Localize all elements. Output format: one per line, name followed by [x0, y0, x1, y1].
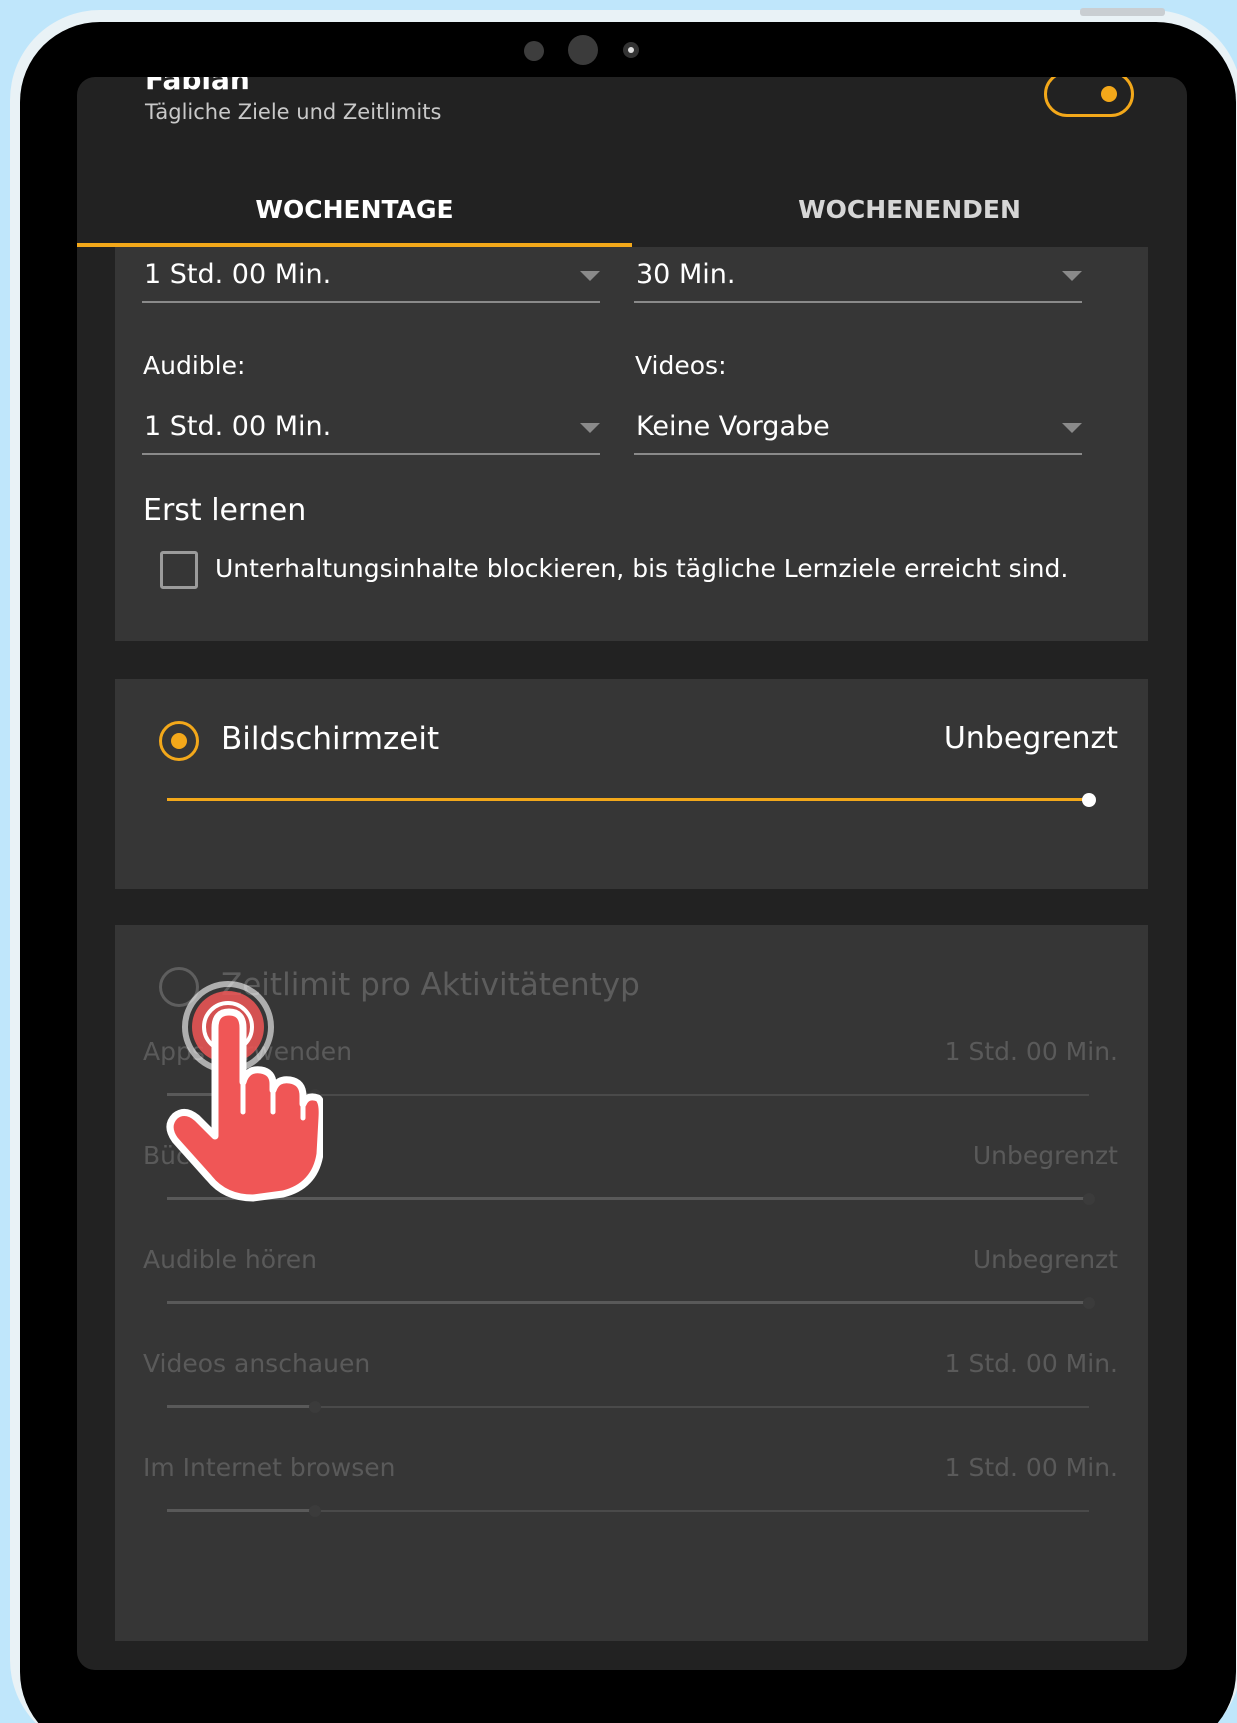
tablet-screen: Fabian Tägliche Ziele und Zeitlimits WOC…: [77, 77, 1187, 1670]
chevron-down-icon: [1062, 423, 1082, 433]
slider-thumb[interactable]: [1083, 1297, 1095, 1309]
activity-value: 1 Std. 00 Min.: [944, 1349, 1118, 1378]
audible-label: Audible:: [143, 351, 246, 380]
sensor-dot: [524, 41, 544, 61]
goal-dropdown-top-left-value: 1 Std. 00 Min.: [144, 259, 332, 290]
activity-slider[interactable]: [167, 1399, 1089, 1415]
tablet-side-button: [1080, 8, 1165, 16]
learning-goals-card: 1 Std. 00 Min. 30 Min. Audible: Videos: …: [115, 247, 1148, 641]
slider-thumb[interactable]: [1083, 1193, 1095, 1205]
slider-thumb[interactable]: [308, 1401, 321, 1413]
profile-subtitle: Tägliche Ziele und Zeitlimits: [145, 100, 442, 124]
videos-goal-value: Keine Vorgabe: [636, 411, 830, 442]
tab-weekends[interactable]: WOCHENENDEN: [632, 169, 1187, 249]
slider-fill: [167, 798, 1089, 801]
tap-hand-icon: [166, 981, 323, 1202]
goal-dropdown-top-right[interactable]: 30 Min.: [634, 259, 1082, 303]
chevron-down-icon: [580, 423, 600, 433]
goals-toggle-switch[interactable]: [1044, 77, 1134, 117]
learn-first-checkbox-label: Unterhaltungsinhalte blockieren, bis täg…: [215, 554, 1069, 583]
audible-goal-value: 1 Std. 00 Min.: [144, 411, 332, 442]
camera-lens: [623, 42, 639, 58]
activity-value: Unbegrenzt: [972, 1245, 1118, 1274]
slider-thumb[interactable]: [1082, 793, 1096, 807]
screen-time-radio[interactable]: [159, 721, 199, 761]
audible-goal-dropdown[interactable]: 1 Std. 00 Min.: [142, 411, 600, 455]
activity-value: Unbegrenzt: [972, 1141, 1118, 1170]
activity-label: Videos anschauen: [143, 1349, 371, 1378]
slider-fill: [167, 1301, 1089, 1304]
learn-first-title: Erst lernen: [143, 493, 307, 528]
activity-slider[interactable]: [167, 1295, 1095, 1311]
slider-fill: [167, 1509, 315, 1512]
chevron-down-icon: [1062, 271, 1082, 281]
screen-time-value: Unbegrenzt: [943, 721, 1118, 756]
slider-fill: [167, 1405, 315, 1408]
activity-slider[interactable]: [167, 1503, 1089, 1519]
videos-label: Videos:: [635, 351, 727, 380]
front-camera: [568, 35, 598, 65]
screen-time-label: Bildschirmzeit: [221, 721, 440, 757]
activity-label: Im Internet browsen: [143, 1453, 396, 1482]
goal-dropdown-top-left[interactable]: 1 Std. 00 Min.: [142, 259, 600, 303]
chevron-down-icon: [580, 271, 600, 281]
activity-value: 1 Std. 00 Min.: [944, 1037, 1118, 1066]
screen-time-card: Bildschirmzeit Unbegrenzt: [115, 679, 1148, 889]
activity-label: Audible hören: [143, 1245, 317, 1274]
goal-dropdown-top-right-value: 30 Min.: [636, 259, 736, 290]
profile-name: Fabian: [145, 77, 250, 96]
activity-value: 1 Std. 00 Min.: [944, 1453, 1118, 1482]
learn-first-checkbox[interactable]: [160, 551, 198, 589]
tab-weekdays[interactable]: WOCHENTAGE: [77, 169, 632, 249]
screen-time-slider[interactable]: [167, 792, 1096, 808]
slider-thumb[interactable]: [308, 1505, 321, 1517]
day-type-tabs: WOCHENTAGE WOCHENENDEN: [77, 169, 1187, 249]
videos-goal-dropdown[interactable]: Keine Vorgabe: [634, 411, 1082, 455]
